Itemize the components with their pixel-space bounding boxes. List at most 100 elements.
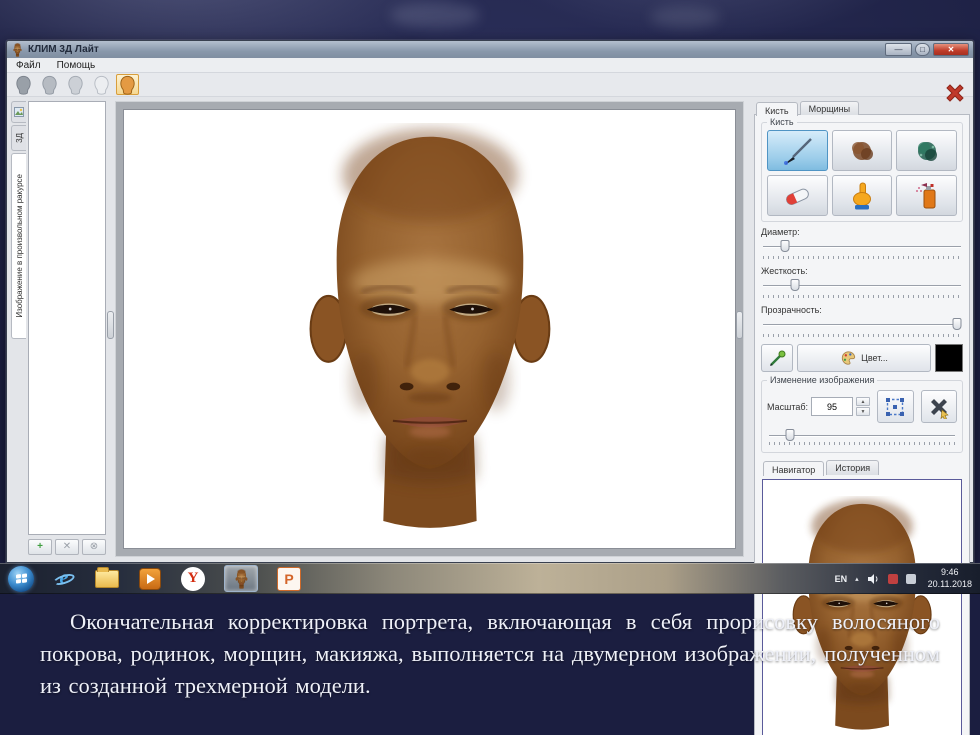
zoom-slider[interactable] (767, 429, 957, 442)
maximize-button[interactable]: □ (915, 43, 930, 56)
cancel-zoom-icon (927, 395, 951, 419)
green-blot-icon (911, 135, 943, 167)
eraser-icon (780, 181, 814, 211)
opacity-slider-thumb[interactable] (952, 318, 961, 330)
left-splitter-handle[interactable] (107, 311, 114, 339)
image-icon (14, 107, 24, 117)
scale-value-input[interactable] (811, 397, 853, 416)
navigator-tabs: Навигатор История (761, 460, 963, 475)
tool-finger-button[interactable] (832, 175, 893, 216)
media-player-icon (139, 568, 161, 590)
zoom-slider-thumb[interactable] (785, 429, 794, 441)
caption-text: Окончательная корректировка портрета, вк… (40, 606, 940, 703)
reset-zoom-button[interactable] (921, 390, 957, 423)
portrait-face-image (279, 123, 581, 535)
opacity-slider[interactable] (761, 318, 963, 331)
palette-icon (840, 350, 857, 366)
tab-3d-view[interactable]: 3Д (11, 125, 26, 151)
slider-track (763, 246, 961, 247)
background-smudge (390, 2, 480, 28)
slider-ticks (763, 256, 961, 259)
scale-label: Масштаб: (767, 402, 808, 412)
eyedropper-icon (766, 347, 788, 369)
add-view-button[interactable]: + (28, 539, 52, 555)
canvas-frame (115, 101, 744, 557)
speaker-icon[interactable] (867, 573, 880, 585)
klim-app-active-icon (224, 565, 258, 592)
hidden-icons-button[interactable]: ▴ (855, 575, 859, 583)
tool-paintbrush-button[interactable] (767, 130, 828, 171)
menu-help[interactable]: Помощь (57, 60, 96, 71)
eyedropper-button[interactable] (761, 344, 793, 372)
clock-date: 20.11.2018 (928, 579, 972, 590)
brush-group: Кисть (761, 122, 963, 222)
clear-view-button[interactable]: ⊗ (82, 539, 106, 555)
fit-selection-button[interactable] (877, 390, 913, 423)
slider-ticks (769, 442, 955, 445)
tab-free-view[interactable]: Изображение в произвольном ракурсе (11, 153, 26, 339)
stage-head-2-button[interactable] (38, 74, 61, 95)
tool-texture-button[interactable] (896, 130, 957, 171)
spin-down-button[interactable]: ▼ (856, 407, 870, 416)
taskbar-icons: e Y P (8, 566, 302, 592)
title-bar[interactable]: КЛИМ 3Д Лайт — □ ✕ (7, 41, 973, 58)
tab-brush[interactable]: Кисть (756, 102, 798, 116)
portrait-canvas[interactable] (123, 109, 736, 549)
remove-view-button[interactable]: ✕ (55, 539, 79, 555)
app-icon (11, 43, 24, 57)
tool-smudge-button[interactable] (832, 130, 893, 171)
powerpoint-button[interactable]: P (276, 566, 302, 592)
hardness-slider-thumb[interactable] (791, 279, 800, 291)
tray-icon-antivirus[interactable] (888, 574, 898, 584)
hardness-slider[interactable] (761, 279, 963, 292)
tray-icon-utility[interactable] (906, 574, 916, 584)
klim-app-task-button[interactable] (223, 566, 259, 592)
tool-tabs: Кисть Морщины (754, 101, 970, 115)
color-controls: Цвет... (761, 344, 963, 372)
window-title: КЛИМ 3Д Лайт (28, 44, 99, 55)
finger-icon (847, 180, 877, 212)
views-list[interactable] (28, 101, 106, 535)
tab-navigator[interactable]: Навигатор (763, 461, 824, 476)
menu-bar: Файл Помощь (7, 58, 973, 73)
stage-head-4-button[interactable] (90, 74, 113, 95)
scale-row: Масштаб: ▲ ▼ (767, 390, 957, 423)
selection-frame-icon (883, 395, 907, 419)
language-indicator[interactable]: EN (835, 574, 848, 584)
internet-explorer-button[interactable]: e (51, 566, 77, 592)
head-stage-icon (65, 74, 86, 96)
stage-head-3-button[interactable] (64, 74, 87, 95)
hardness-label: Жесткость: (761, 266, 963, 276)
brush-group-title: Кисть (767, 117, 797, 127)
background-smudge (650, 6, 720, 28)
close-button[interactable]: ✕ (933, 43, 969, 56)
start-button[interactable] (8, 566, 34, 592)
color-picker-button[interactable]: Цвет... (797, 344, 931, 372)
opacity-label: Прозрачность: (761, 305, 963, 315)
stage-head-1-button[interactable] (12, 74, 35, 95)
tool-spray-button[interactable] (896, 175, 957, 216)
tab-3d-label: 3Д (15, 133, 24, 143)
face-mini-icon (234, 569, 249, 589)
tab-history[interactable]: История (826, 460, 879, 475)
tab-photo[interactable] (11, 101, 26, 123)
yandex-browser-button[interactable]: Y (180, 566, 206, 592)
brush-tool-grid (767, 130, 957, 216)
spin-up-button[interactable]: ▲ (856, 397, 870, 406)
stage-head-5-button-active[interactable] (116, 74, 139, 95)
minimize-button[interactable]: — (885, 43, 912, 56)
tool-eraser-button[interactable] (767, 175, 828, 216)
tab-wrinkles[interactable]: Морщины (800, 101, 859, 115)
diameter-slider-thumb[interactable] (781, 240, 790, 252)
menu-file[interactable]: Файл (16, 60, 41, 71)
powerpoint-icon: P (277, 567, 301, 591)
diameter-slider[interactable] (761, 240, 963, 253)
explorer-button[interactable] (94, 566, 120, 592)
views-panel: + ✕ ⊗ (27, 99, 106, 559)
right-splitter-handle[interactable] (736, 311, 743, 339)
clock[interactable]: 9:46 20.11.2018 (928, 567, 972, 590)
current-color-swatch[interactable] (935, 344, 963, 372)
media-player-button[interactable] (137, 566, 163, 592)
app-window: КЛИМ 3Д Лайт — □ ✕ Файл Помощь (6, 40, 974, 563)
windows-taskbar: e Y P EN ▴ (0, 563, 980, 594)
